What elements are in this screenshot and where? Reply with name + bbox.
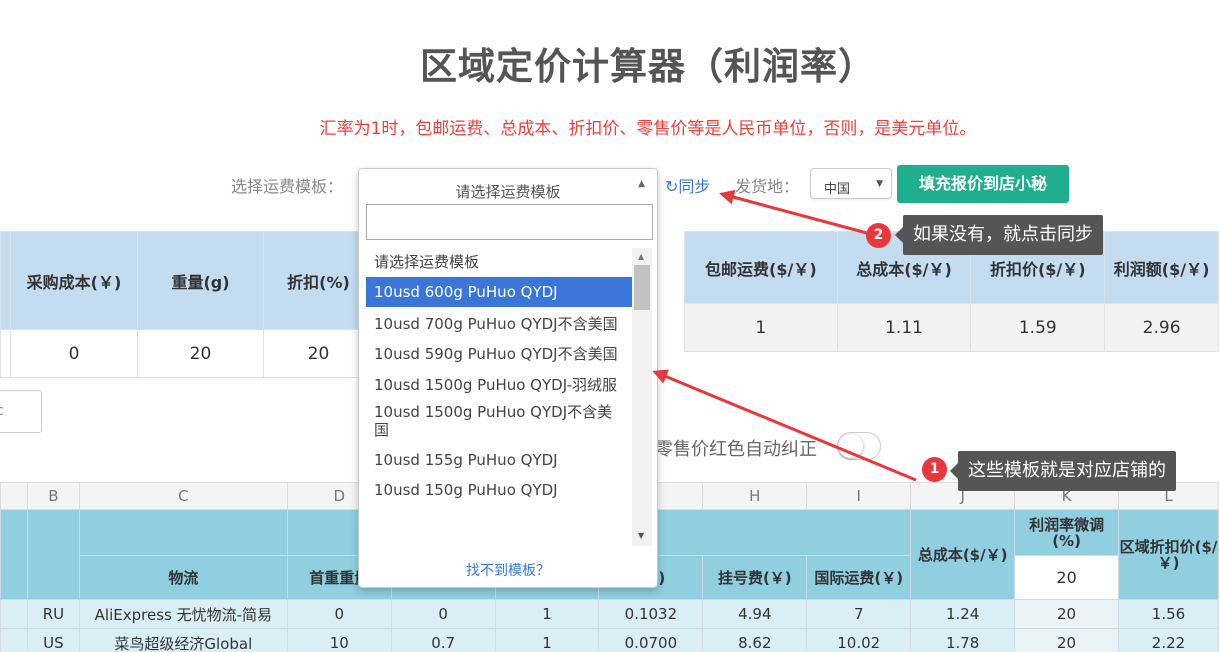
arrow-to-sync: [719, 189, 879, 238]
sheet-corner: [0, 482, 28, 510]
sheet-header-blank-a: [0, 509, 28, 600]
template-select-header[interactable]: 请选择运费模板 ▲: [359, 169, 657, 201]
template-dropdown[interactable]: 请选择运费模板 ▲ 请选择运费模板 10usd 600g PuHuo QYDJ …: [358, 168, 658, 588]
cell-country: US: [26, 628, 80, 652]
cell-intl-shipping: 10.02: [806, 628, 912, 652]
discount-input[interactable]: 20: [263, 329, 374, 378]
cell-f: 1: [494, 599, 600, 629]
row-marker: [0, 628, 28, 652]
fill-quote-button[interactable]: 填充报价到店小秘: [897, 165, 1069, 203]
cell-total-cost: 1.24: [910, 599, 1016, 629]
col-letter-c: C: [78, 482, 288, 510]
result-profit: 2.96: [1104, 303, 1219, 352]
template-options-list: 请选择运费模板 10usd 600g PuHuo QYDJ 10usd 700g…: [366, 248, 632, 546]
template-label: 选择运费模板：: [231, 177, 344, 196]
table-row: RU AliExpress 无忧物流-简易 0 0 1 0.1032 4.94 …: [0, 599, 1219, 629]
result-header-profit: 利润额($/￥): [1104, 231, 1219, 304]
header-logistics: 物流: [78, 555, 288, 600]
cell-e: 0: [390, 599, 496, 629]
cell-g: 0.1032: [598, 599, 704, 629]
currency-note: 汇率为1时，包邮运费、总成本、折扣价、零售价等是人民币单位，否则，是美元单位。: [319, 119, 977, 139]
toggle-knob: [839, 434, 863, 458]
param-header-cost: 采购成本(￥): [10, 231, 138, 330]
ship-from-select[interactable]: 中国 ▼: [810, 168, 892, 199]
cell-registration: 4.94: [702, 599, 808, 629]
cell-total-cost: 1.78: [910, 628, 1016, 652]
template-select-value: 请选择运费模板: [455, 183, 561, 201]
cell-first-weight: 0: [286, 599, 392, 629]
callout-template-hint: 这些模板就是对应店铺的: [950, 451, 1176, 491]
col-letter-i: I: [806, 482, 912, 510]
ship-from-value: 中国: [824, 182, 851, 197]
cell-margin-adjust[interactable]: 20: [1014, 599, 1119, 629]
template-option[interactable]: 10usd 590g PuHuo QYDJ不含美国: [366, 337, 632, 367]
template-option-selected[interactable]: 10usd 600g PuHuo QYDJ: [366, 277, 632, 307]
purchase-cost-input[interactable]: 0: [10, 329, 138, 378]
result-header-shipping: 包邮运费($/￥): [684, 231, 838, 304]
template-option[interactable]: 请选择运费模板: [366, 248, 632, 277]
template-option[interactable]: 10usd 700g PuHuo QYDJ不含美国: [366, 307, 632, 337]
param-header-weight: 重量(g): [137, 231, 264, 330]
auto-fix-toggle[interactable]: [837, 432, 881, 460]
template-option[interactable]: 10usd 150g PuHuo QYDJ: [366, 473, 632, 503]
cell-logistics: 菜鸟超级经济Global: [78, 628, 288, 652]
table-row: US 菜鸟超级经济Global 10 0.7 1 0.0700 8.62 10.…: [0, 628, 1219, 652]
param-cell-blank: [0, 329, 11, 378]
page-title: 区域定价计算器（利润率）: [420, 45, 876, 88]
header-total-cost: 总成本($/￥): [910, 509, 1016, 600]
callout-sync-hint: 如果没有，就点击同步: [895, 215, 1103, 255]
result-shipping: 1: [684, 303, 838, 352]
cell-g: 0.0700: [598, 628, 704, 652]
margin-adjust-input[interactable]: 20: [1014, 555, 1119, 600]
cell-region-discount: 1.56: [1118, 599, 1219, 629]
ship-from-label: 发货地：: [735, 177, 800, 196]
header-margin-adjust: 利润率微调(%): [1014, 509, 1119, 556]
scroll-up-icon[interactable]: ▲: [638, 252, 644, 261]
header-intl-shipping: 国际运费(￥): [806, 555, 912, 600]
template-option[interactable]: 10usd 1500g PuHuo QYDJ不含美国: [366, 397, 632, 443]
param-header-blank: [0, 231, 11, 330]
parameter-table: 采购成本(￥) 重量(g) 折扣(%) 0 20 20: [0, 231, 374, 378]
auto-fix-label: 零售价红色自动纠正: [655, 439, 817, 460]
template-option[interactable]: 10usd 1500g PuHuo QYDJ-羽绒服: [366, 367, 632, 397]
cell-margin-adjust[interactable]: 20: [1014, 628, 1119, 652]
sheet-header-blank-c: [78, 509, 288, 556]
cell-e: 0.7: [390, 628, 496, 652]
scrollbar-thumb[interactable]: [634, 265, 650, 310]
col-letter-h: H: [702, 482, 808, 510]
cell-country: RU: [26, 599, 80, 629]
result-total: 1.11: [836, 303, 972, 352]
header-region-discount: 区域折扣价($/￥): [1118, 509, 1219, 600]
partial-input[interactable]: c: [0, 390, 42, 433]
callout-badge-2: 2: [866, 223, 891, 248]
scroll-down-icon[interactable]: ▼: [638, 531, 644, 540]
chevron-down-icon: ▼: [876, 179, 883, 189]
cell-f: 1: [494, 628, 600, 652]
param-header-discount: 折扣(%): [263, 231, 374, 330]
template-not-found-link[interactable]: 找不到模板？: [359, 560, 657, 580]
cell-logistics: AliExpress 无忧物流-简易: [78, 599, 288, 629]
cell-intl-shipping: 7: [806, 599, 912, 629]
callout-badge-1: 1: [922, 457, 947, 482]
cell-registration: 8.62: [702, 628, 808, 652]
weight-input[interactable]: 20: [137, 329, 264, 378]
header-registration: 挂号费(￥): [702, 555, 808, 600]
col-letter-b: B: [26, 482, 80, 510]
sync-link[interactable]: ↻同步: [665, 173, 710, 197]
cell-first-weight: 10: [286, 628, 392, 652]
row-marker: [0, 599, 28, 629]
arrow-to-templates: [652, 369, 917, 482]
dropdown-scrollbar[interactable]: ▲ ▼: [632, 248, 652, 546]
template-option[interactable]: 10usd 155g PuHuo QYDJ: [366, 443, 632, 473]
cell-region-discount: 2.22: [1118, 628, 1219, 652]
template-search-input[interactable]: [366, 204, 653, 240]
result-discount: 1.59: [970, 303, 1106, 352]
chevron-up-icon: ▲: [638, 179, 645, 189]
sheet-header-blank-b: [26, 509, 80, 600]
